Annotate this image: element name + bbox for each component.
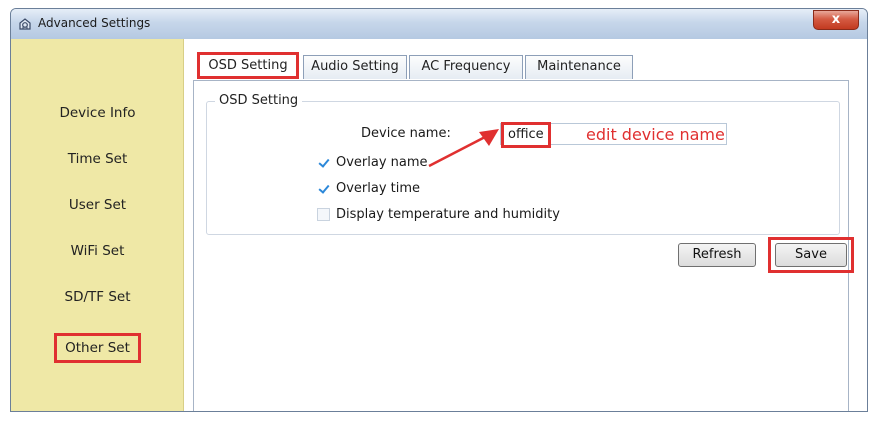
sidebar-item-sdtf-set[interactable]: SD/TF Set	[11, 287, 184, 307]
main-panel: OSD Setting Audio Setting AC Frequency M…	[185, 39, 867, 411]
refresh-button[interactable]: Refresh	[678, 243, 756, 267]
overlay-time-option[interactable]: Overlay time	[317, 181, 420, 196]
tab-maintenance[interactable]: Maintenance	[525, 55, 633, 79]
sidebar-item-user-set[interactable]: User Set	[11, 195, 184, 215]
close-icon: x	[831, 12, 841, 27]
close-button[interactable]: x	[813, 10, 859, 30]
sidebar-item-wifi-set[interactable]: WiFi Set	[11, 241, 184, 261]
sidebar-item-label: Device Info	[59, 105, 136, 121]
annotation-text: edit device name	[586, 125, 725, 144]
tab-ac-frequency[interactable]: AC Frequency	[409, 55, 523, 79]
tab-audio-setting[interactable]: Audio Setting	[303, 55, 407, 79]
sidebar-item-device-info[interactable]: Device Info	[11, 103, 184, 123]
overlay-name-checkbox[interactable]	[317, 156, 330, 169]
device-name-value[interactable]: office	[501, 122, 551, 148]
annotation-arrow-icon	[428, 129, 499, 168]
save-button[interactable]: Save	[775, 243, 847, 267]
temperature-humidity-option[interactable]: Display temperature and humidity	[317, 207, 560, 222]
overlay-time-checkbox[interactable]	[317, 182, 330, 195]
tab-osd-setting[interactable]: OSD Setting	[197, 52, 299, 79]
sidebar-item-label: User Set	[68, 197, 127, 213]
save-highlight: Save	[768, 237, 854, 273]
client-area: Device Info Time Set User Set WiFi Set S…	[11, 39, 867, 411]
title-bar: Advanced Settings x	[11, 9, 867, 39]
tab-panel-osd: OSD Setting Device name: office edit dev…	[193, 80, 854, 411]
sidebar-item-label: WiFi Set	[70, 243, 125, 259]
sidebar-item-other-set[interactable]: Other Set	[11, 333, 184, 363]
overlay-name-label: Overlay name	[336, 155, 428, 170]
advanced-settings-window: Advanced Settings x Device Info Time Set…	[10, 8, 868, 412]
sidebar-item-label: Time Set	[67, 151, 128, 167]
sidebar-item-time-set[interactable]: Time Set	[11, 149, 184, 169]
device-name-field[interactable]: office edit device name	[500, 122, 727, 148]
sidebar-item-label: SD/TF Set	[64, 289, 131, 305]
temperature-humidity-checkbox[interactable]	[317, 208, 330, 221]
overlay-time-label: Overlay time	[336, 181, 421, 196]
osd-setting-group: OSD Setting Device name: office edit dev…	[206, 93, 840, 235]
window-title: Advanced Settings	[38, 16, 151, 30]
overlay-name-option[interactable]: Overlay name	[317, 155, 428, 170]
group-title: OSD Setting	[215, 93, 303, 108]
sidebar-item-label: Other Set	[54, 333, 141, 363]
sidebar: Device Info Time Set User Set WiFi Set S…	[11, 39, 184, 411]
app-gear-icon	[19, 18, 31, 30]
temperature-humidity-label: Display temperature and humidity	[336, 207, 560, 222]
